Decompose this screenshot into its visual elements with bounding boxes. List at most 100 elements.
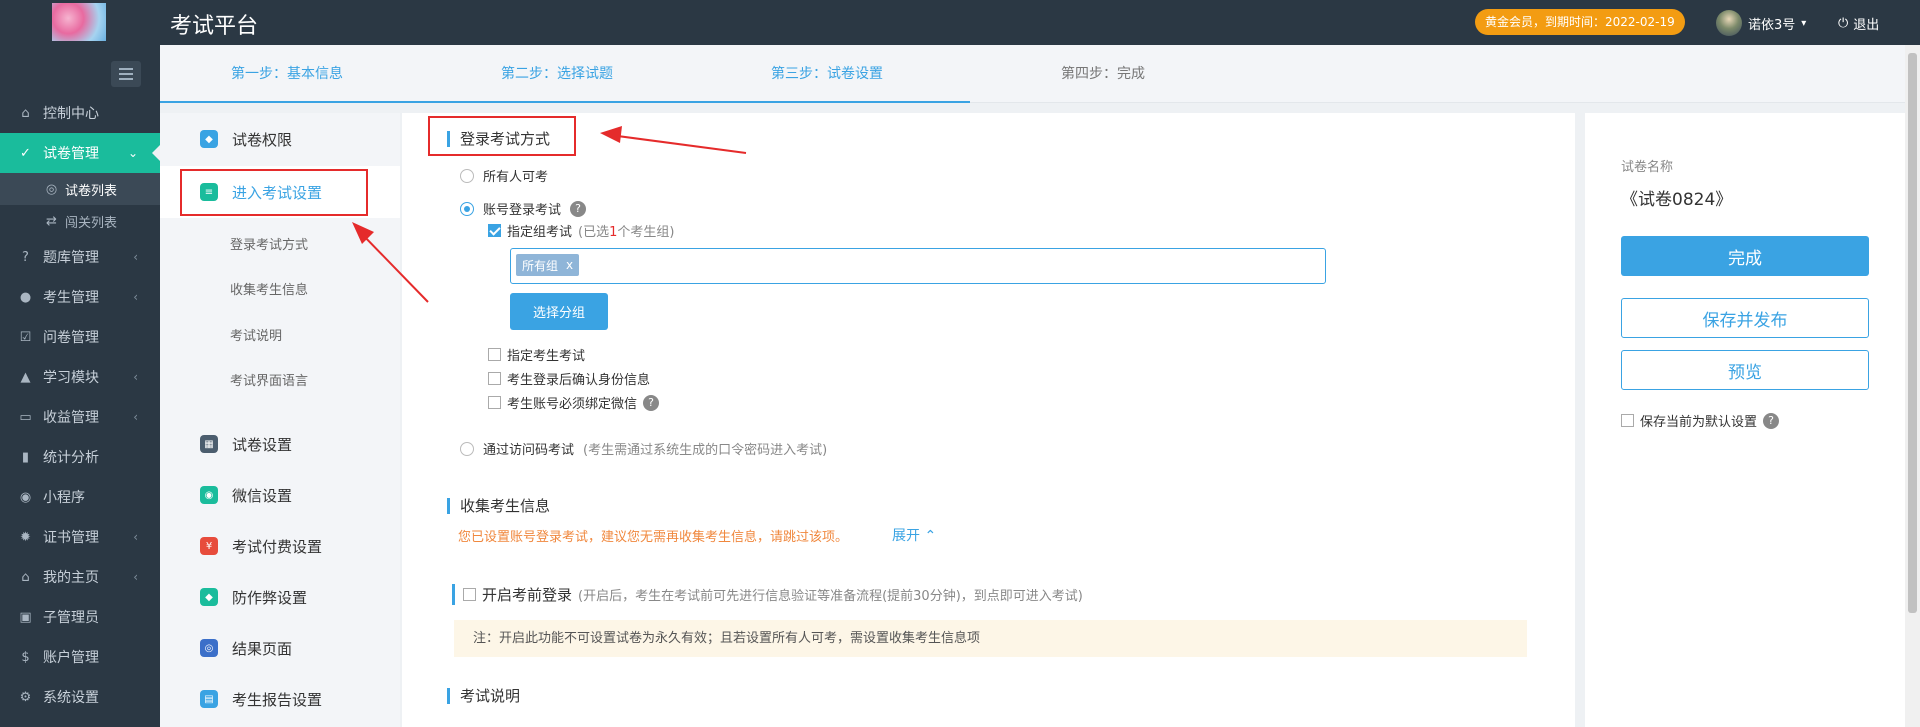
chevron-down-icon: ▾ [1801, 17, 1807, 29]
menu-result-page[interactable]: ◎ 结果页面 [160, 622, 400, 674]
brand-title: 考试平台 [170, 14, 259, 39]
finish-button[interactable]: 完成 [1621, 236, 1869, 276]
paper-name-value: 《试卷0824》 [1621, 190, 1733, 210]
notice-box: 注：开启此功能不可设置试卷为永久有效；且若设置所有人可考，需设置收集考生信息项 [454, 620, 1527, 657]
sidebar-item-my-homepage[interactable]: ⌂ 我的主页 ‹ [0, 557, 160, 597]
preview-button[interactable]: 预览 [1621, 350, 1869, 390]
checkbox [488, 372, 501, 385]
grid-icon: ▦ [200, 435, 218, 453]
scrollbar-thumb[interactable] [1908, 53, 1917, 613]
checkbox [488, 396, 501, 409]
sidebar-nav: ⌂ 控制中心 ✓ 试卷管理 ⌄ ◎ 试卷列表 ⇄ 闯关列表 ? 题库管理 ‹ ● 考生管理 ‹ ☑… [0, 93, 160, 717]
radio-all-can-take[interactable]: 所有人可考 [460, 166, 548, 185]
sidebar-item-statistics[interactable]: ▮ 统计分析 [0, 437, 160, 477]
sidebar-item-revenue[interactable]: ▭ 收益管理 ‹ [0, 397, 160, 437]
sidebar-item-learning[interactable]: ▲ 学习模块 ‹ [0, 357, 160, 397]
section-title-exam-explain: 考试说明 [447, 688, 520, 704]
sidebar-item-miniprogram[interactable]: ◉ 小程序 [0, 477, 160, 517]
chevron-left-icon: ‹ [133, 530, 138, 544]
menu-sub-exam-explain[interactable]: 考试说明 [230, 325, 282, 344]
page-scrollbar[interactable] [1905, 45, 1920, 727]
gear-icon: ⚙ [19, 689, 32, 705]
radio-circle [460, 168, 474, 183]
home2-icon: ⌂ [21, 569, 30, 585]
expand-link[interactable]: 展开 ⌃ [892, 525, 936, 545]
paper-name-label: 试卷名称 [1621, 160, 1674, 175]
group-tag-input[interactable]: 所有组 x [510, 248, 1326, 284]
radio-account-login[interactable]: 账号登录考试? [460, 199, 587, 218]
eye-icon: ◎ [200, 639, 218, 657]
section-title-collect-info: 收集考生信息 [447, 498, 550, 514]
radio-access-code[interactable]: 通过访问码考试 (考生需通过系统生成的口令密码进入考试) [460, 439, 827, 458]
sidebar-item-settings[interactable]: ⚙ 系统设置 [0, 677, 160, 717]
checkbox [488, 348, 501, 361]
sidebar-item-dashboard[interactable]: ⌂ 控制中心 [0, 93, 160, 133]
menu-paper-settings[interactable]: ▦ 试卷设置 [160, 418, 400, 470]
step-4[interactable]: 第四步：完成 [1061, 63, 1145, 83]
save-default-check[interactable]: 保存当前为默认设置 ? [1621, 411, 1780, 430]
sidebar: ⌂ 控制中心 ✓ 试卷管理 ⌄ ◎ 试卷列表 ⇄ 闯关列表 ? 题库管理 ‹ ● 考生管理 ‹ ☑… [0, 45, 160, 727]
sidebar-item-sub-admin[interactable]: ▣ 子管理员 [0, 597, 160, 637]
radio-circle [460, 441, 474, 456]
check-confirm-identity[interactable]: 考生登录后确认身份信息 [488, 369, 650, 388]
menu-wechat-settings[interactable]: ◉ 微信设置 [160, 469, 400, 521]
help-icon[interactable]: ? [1763, 412, 1780, 429]
step-progress-bar [160, 101, 970, 103]
top-bar: 考试平台 黄金会员，到期时间：2022-02-19 诺依3号 ▾ ⏻ 退出 [0, 0, 1920, 45]
sidebar-item-account[interactable]: $ 账户管理 [0, 637, 160, 677]
check-group-exam[interactable]: 指定组考试 (已选1个考生组) [488, 221, 674, 240]
step-1[interactable]: 第一步：基本信息 [231, 63, 343, 83]
prelogin-toggle[interactable]: 开启考前登录 (开启后，考生在考试前可先进行信息验证等准备流程(提前30分钟)，… [452, 584, 1083, 605]
power-icon: ⏻ [1838, 16, 1849, 31]
sidebar-item-paper-management[interactable]: ✓ 试卷管理 ⌄ [0, 133, 160, 173]
select-group-button[interactable]: 选择分组 [510, 293, 608, 330]
question-icon: ? [22, 249, 29, 265]
menu-report-settings[interactable]: ▤ 考生报告设置 [160, 673, 400, 725]
sidebar-subitem-challenge-list[interactable]: ⇄ 闯关列表 [0, 205, 160, 237]
check-specify-student[interactable]: 指定考生考试 [488, 345, 585, 364]
sidebar-subitem-paper-list[interactable]: ◎ 试卷列表 [0, 173, 160, 205]
report-icon: ▤ [200, 690, 218, 708]
money-icon: ▭ [19, 409, 32, 425]
username: 诺依3号 [1748, 17, 1796, 33]
check-circle-icon: ◎ [45, 181, 58, 197]
help-icon[interactable]: ? [570, 200, 587, 217]
sidebar-item-survey[interactable]: ☑ 问卷管理 [0, 317, 160, 357]
vip-badge: 黄金会员，到期时间：2022-02-19 [1475, 9, 1685, 35]
user-menu[interactable]: 诺依3号 ▾ [1716, 10, 1806, 36]
tag-close-icon[interactable]: x [566, 258, 573, 272]
checkbox-checked [488, 224, 501, 237]
check-circle-icon: ✓ [20, 145, 31, 161]
save-publish-button[interactable]: 保存并发布 [1621, 298, 1869, 338]
step-2[interactable]: 第二步：选择试题 [501, 63, 613, 83]
annotation-box-menu [180, 169, 368, 216]
menu-paper-permission[interactable]: ◆ 试卷权限 [160, 113, 400, 165]
step-progress: 第一步：基本信息 第二步：选择试题 第三步：试卷设置 第四步：完成 [160, 45, 1905, 103]
radio-circle-selected [460, 201, 474, 216]
menu-payment-settings[interactable]: ¥ 考试付费设置 [160, 520, 400, 572]
sidebar-item-certificates[interactable]: ✹ 证书管理 ‹ [0, 517, 160, 557]
menu-sub-collect-info[interactable]: 收集考生信息 [230, 279, 308, 298]
dollar-icon: $ [21, 649, 30, 665]
help-icon[interactable]: ? [643, 394, 660, 411]
chevron-up-icon: ⌃ [924, 528, 937, 544]
wechat-icon: ◉ [200, 486, 218, 504]
badge-icon: ✹ [20, 529, 31, 545]
coin-icon: ¥ [200, 537, 218, 555]
checkbox-icon: ☑ [19, 329, 32, 345]
chevron-left-icon: ‹ [133, 410, 138, 424]
menu-anti-cheat[interactable]: ◆ 防作弊设置 [160, 571, 400, 623]
collect-warning: 您已设置账号登录考试，建议您无需再收集考生信息，请跳过该项。 [458, 530, 849, 545]
logout-button[interactable]: ⏻ 退出 [1838, 14, 1879, 33]
sidebar-item-question-bank[interactable]: ? 题库管理 ‹ [0, 237, 160, 277]
avatar [1716, 10, 1742, 36]
chevron-left-icon: ‹ [133, 370, 138, 384]
check-bind-wechat[interactable]: 考生账号必须绑定微信? [488, 393, 660, 412]
step-3[interactable]: 第三步：试卷设置 [771, 63, 883, 83]
menu-sub-login-method[interactable]: 登录考试方式 [230, 234, 308, 253]
hamburger-menu-icon[interactable] [111, 61, 141, 87]
group-tag: 所有组 x [516, 254, 580, 276]
sidebar-item-students[interactable]: ● 考生管理 ‹ [0, 277, 160, 317]
checkbox [463, 588, 476, 601]
menu-sub-exam-language[interactable]: 考试界面语言 [230, 370, 308, 389]
